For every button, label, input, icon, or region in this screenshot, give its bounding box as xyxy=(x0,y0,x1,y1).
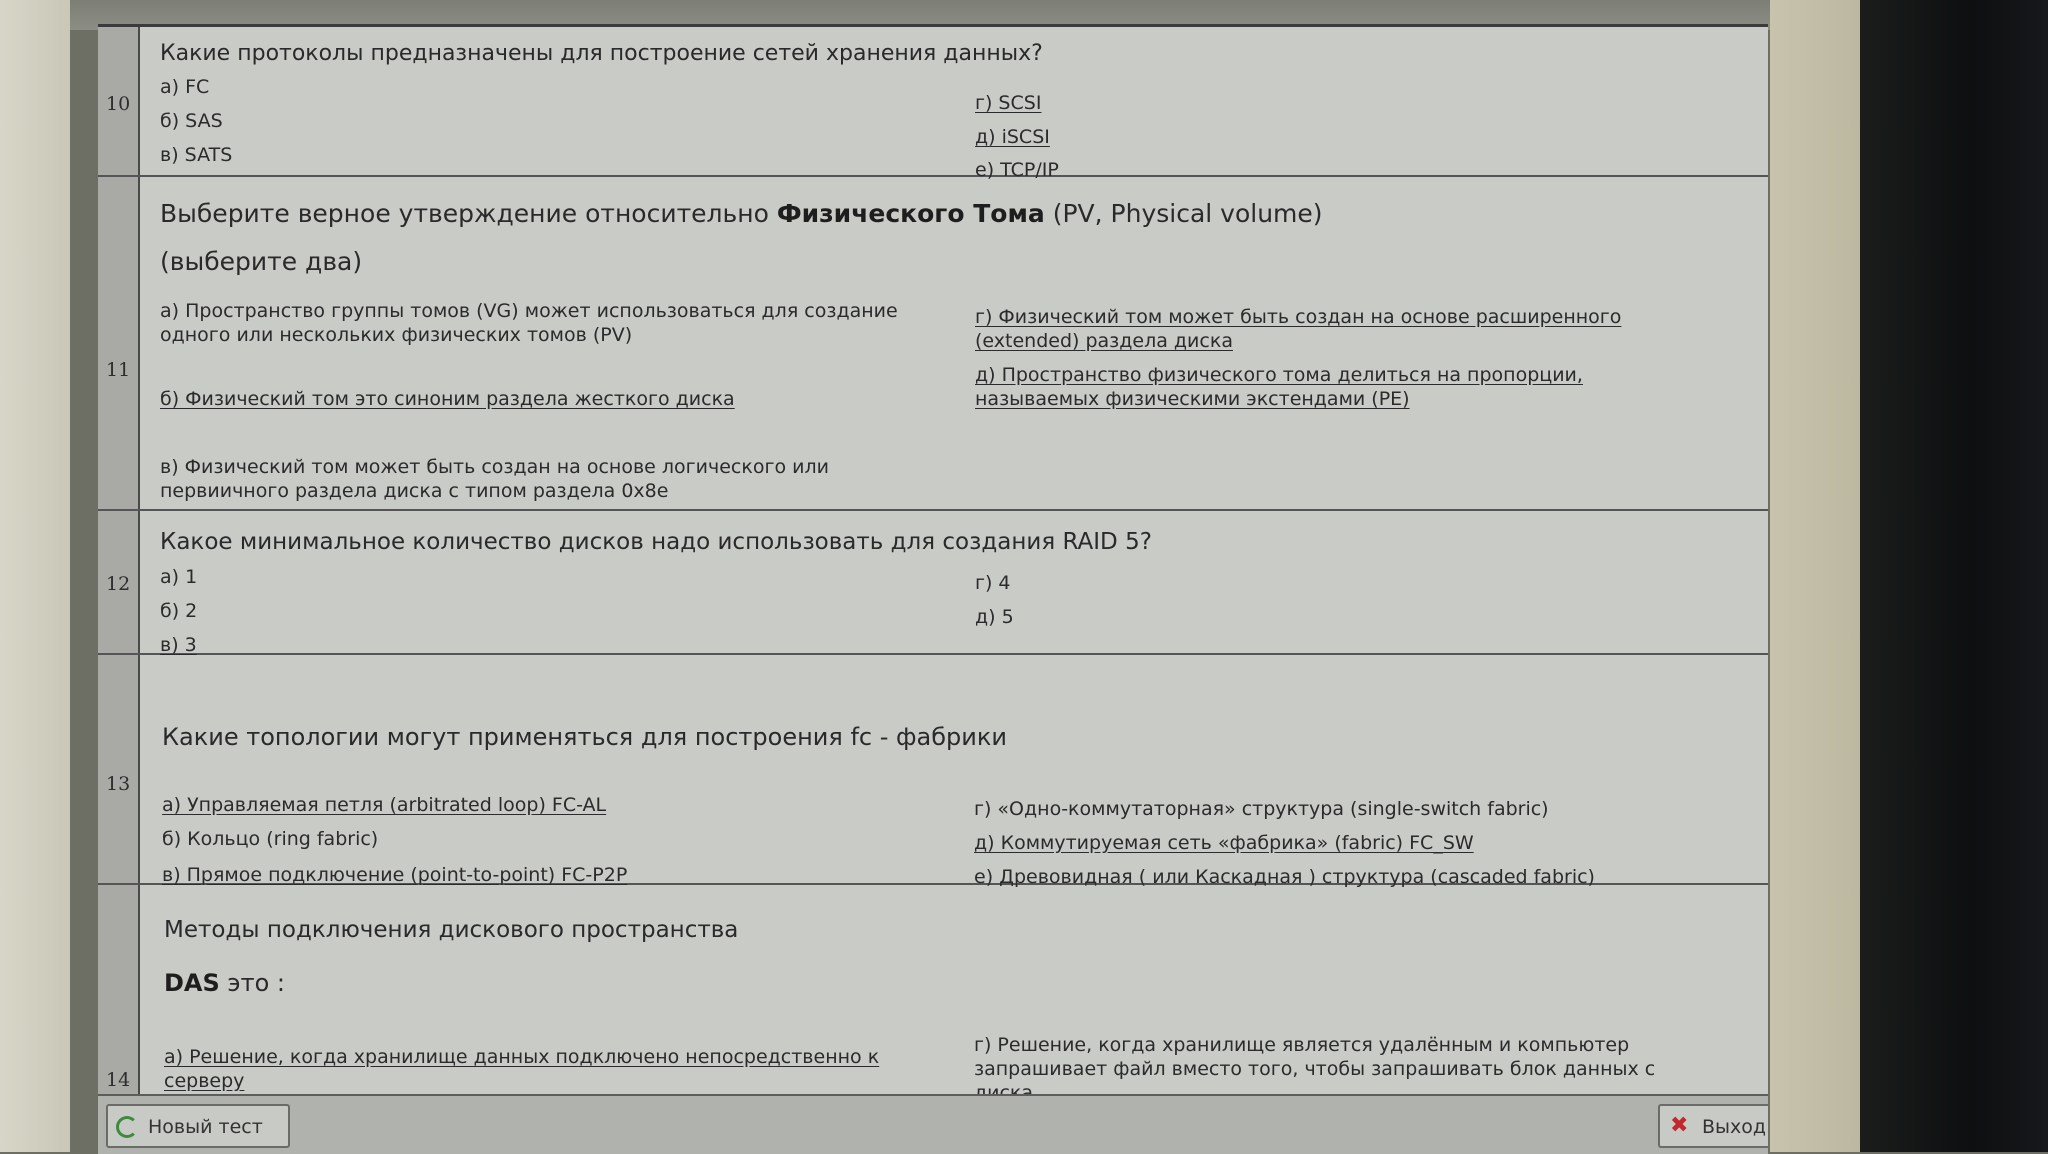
answer-option: б) SAS xyxy=(160,110,223,132)
question-subtitle: DAS это : xyxy=(164,969,285,997)
answer-option-correct: д) iSCSI xyxy=(975,126,1050,148)
bottom-toolbar: Новый тест ✖ Выход xyxy=(98,1094,1768,1154)
question-row-11: 11 Выберите верное утверждение относител… xyxy=(98,177,1768,511)
question-row-13: 13 Какие топологии могут применяться для… xyxy=(98,655,1768,888)
question-subtitle-rest: это : xyxy=(219,969,285,997)
question-number: 10 xyxy=(98,27,140,175)
answer-option: в) SATS xyxy=(160,144,233,166)
answer-option: а) 1 xyxy=(160,566,198,588)
answer-option: г) «Одно-коммутаторная» структура (singl… xyxy=(974,798,1549,820)
monitor-bezel xyxy=(1770,0,1860,1152)
question-row-12: 12 Какое минимальное количество дисков н… xyxy=(98,511,1768,656)
answer-option: д) 5 xyxy=(975,606,1014,628)
question-row-14: 14 Методы подключения дискового простран… xyxy=(98,885,1768,1104)
answer-option: б) Кольцо (ring fabric) xyxy=(162,828,379,850)
question-number: 11 xyxy=(98,177,140,509)
question-text: Выберите верное утверждение относительно… xyxy=(160,199,1323,228)
answer-option: а) Пространство группы томов (VG) может … xyxy=(160,300,898,346)
refresh-icon xyxy=(116,1116,138,1138)
question-text: Какие топологии могут применяться для по… xyxy=(162,723,1007,751)
answer-option: г) 4 xyxy=(975,572,1011,594)
answer-option-correct: д) Пространство физического тома делитьс… xyxy=(975,364,1583,410)
answer-option: в) Физический том может быть создан на о… xyxy=(160,456,829,502)
background-left xyxy=(0,0,70,1152)
answer-option: б) 2 xyxy=(160,600,198,622)
question-text: Какое минимальное количество дисков надо… xyxy=(160,529,1152,555)
exit-label: Выход xyxy=(1702,1116,1767,1138)
question-subtitle-bold: DAS xyxy=(164,969,220,997)
question-number: 14 xyxy=(98,885,140,1097)
question-text-part: Выберите верное утверждение относительно xyxy=(160,199,777,228)
answer-option-correct: б) Физический том это синоним раздела же… xyxy=(160,388,735,410)
exit-button[interactable]: ✖ Выход xyxy=(1658,1104,1768,1148)
answer-option-correct: в) Прямое подключение (point-to-point) F… xyxy=(162,864,628,886)
new-test-label: Новый тест xyxy=(148,1116,263,1138)
question-text-part: (PV, Physical volume) xyxy=(1044,199,1323,228)
answer-option: а) FC xyxy=(160,76,210,98)
answer-option-correct: д) Коммутируемая сеть «фабрика» (fabric)… xyxy=(974,832,1474,854)
new-test-button[interactable]: Новый тест xyxy=(106,1104,290,1148)
question-number: 13 xyxy=(98,655,140,883)
question-hint: (выберите два) xyxy=(160,247,363,276)
question-text: Какие протоколы предназначены для постро… xyxy=(160,41,1043,66)
question-text-bold: Физического Тома xyxy=(776,199,1045,228)
exit-icon: ✖ xyxy=(1670,1113,1689,1138)
answer-option-correct: г) Физический том может быть создан на о… xyxy=(975,306,1622,352)
answer-option-correct: а) Управляемая петля (arbitrated loop) F… xyxy=(162,794,607,816)
background-right xyxy=(1860,0,2048,1152)
results-table: 10 Какие протоколы предназначены для пос… xyxy=(98,24,1768,1104)
test-results-window: 10 Какие протоколы предназначены для пос… xyxy=(98,24,1768,1154)
answer-option-correct: в) 3 xyxy=(160,634,197,656)
answer-option-correct: г) SCSI xyxy=(975,92,1042,114)
question-text: Методы подключения дискового пространств… xyxy=(164,917,739,943)
question-number: 12 xyxy=(98,511,140,653)
answer-option-correct: а) Решение, когда хранилище данных подкл… xyxy=(164,1046,880,1092)
question-row-10: 10 Какие протоколы предназначены для пос… xyxy=(98,27,1768,181)
